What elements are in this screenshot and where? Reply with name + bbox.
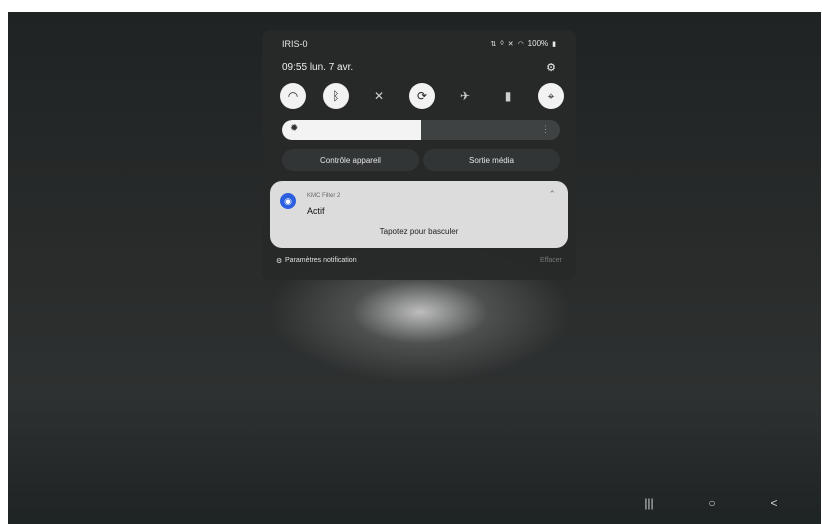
clear-button[interactable]: Effacer [540,257,562,264]
battery-label: 100% [527,39,549,48]
brightness-fill [282,120,421,140]
panel-footer: ⚙ Paramètres notification Effacer [276,257,562,269]
date: lun. 7 avr. [309,62,354,73]
brightness-icon: ✹ [290,123,299,134]
auto-rotate-icon[interactable]: ⟳ [409,83,435,109]
notification-title: Actif [307,206,325,216]
airplane-icon[interactable]: ✈ [452,83,478,109]
settings-gear-icon[interactable]: ⚙ [546,61,556,74]
more-options-icon[interactable]: ⋮ [541,124,550,135]
mute-icon[interactable]: ✕ [366,83,392,109]
time-date-row: 09:55 lun. 7 avr. ⚙ [282,62,556,76]
notification-panel: IRIS-0 ⇅ ◊ ✕ ◠ 100% ▮ 09:55 lun. 7 avr. … [262,30,576,280]
clock: 09:55 [282,62,308,73]
battery-icon: ▮ [552,40,556,48]
mute-icon: ✕ [507,40,514,48]
panel-buttons: Contrôle appareil Sortie média [282,149,560,171]
notification-body: Tapotez pour basculer [379,227,459,236]
device-screen: IRIS-0 ⇅ ◊ ✕ ◠ 100% ▮ 09:55 lun. 7 avr. … [8,12,821,524]
app-shield-icon: ◉ [280,193,296,209]
notification-app-name: KMC Filter 2 [307,193,341,199]
notification-card[interactable]: ◉ KMC Filter 2 ⌃ Actif Tapotez pour basc… [270,181,568,248]
chevron-up-icon[interactable]: ⌃ [548,189,556,200]
navigation-bar: ||| ○ < [8,488,821,524]
media-output-button[interactable]: Sortie média [423,149,560,171]
brightness-slider[interactable]: ✹ ⋮ [282,120,560,140]
recents-button[interactable]: ||| [639,496,659,510]
status-bar: IRIS-0 ⇅ ◊ ✕ ◠ 100% ▮ [282,39,556,53]
home-button[interactable]: ○ [702,496,722,510]
location-icon[interactable]: ⌖ [538,83,564,109]
vibrate-icon: ◊ [500,40,504,47]
quick-settings: ◠ ᛒ ✕ ⟳ ✈ ▮ ⌖ [280,83,564,109]
notification-settings-link[interactable]: Paramètres notification [285,257,357,264]
wifi-icon[interactable]: ◠ [280,83,306,109]
status-icons: ⇅ ◊ ✕ ◠ 100% ▮ [490,39,556,48]
wifi-icon: ◠ [517,40,524,48]
back-button[interactable]: < [764,496,784,510]
flashlight-icon[interactable]: ▮ [495,83,521,109]
carrier-label: IRIS-0 [282,39,308,49]
bluetooth-icon[interactable]: ᛒ [323,83,349,109]
data-icon: ⇅ [490,40,497,48]
device-control-button[interactable]: Contrôle appareil [282,149,419,171]
gear-icon: ⚙ [276,258,283,265]
